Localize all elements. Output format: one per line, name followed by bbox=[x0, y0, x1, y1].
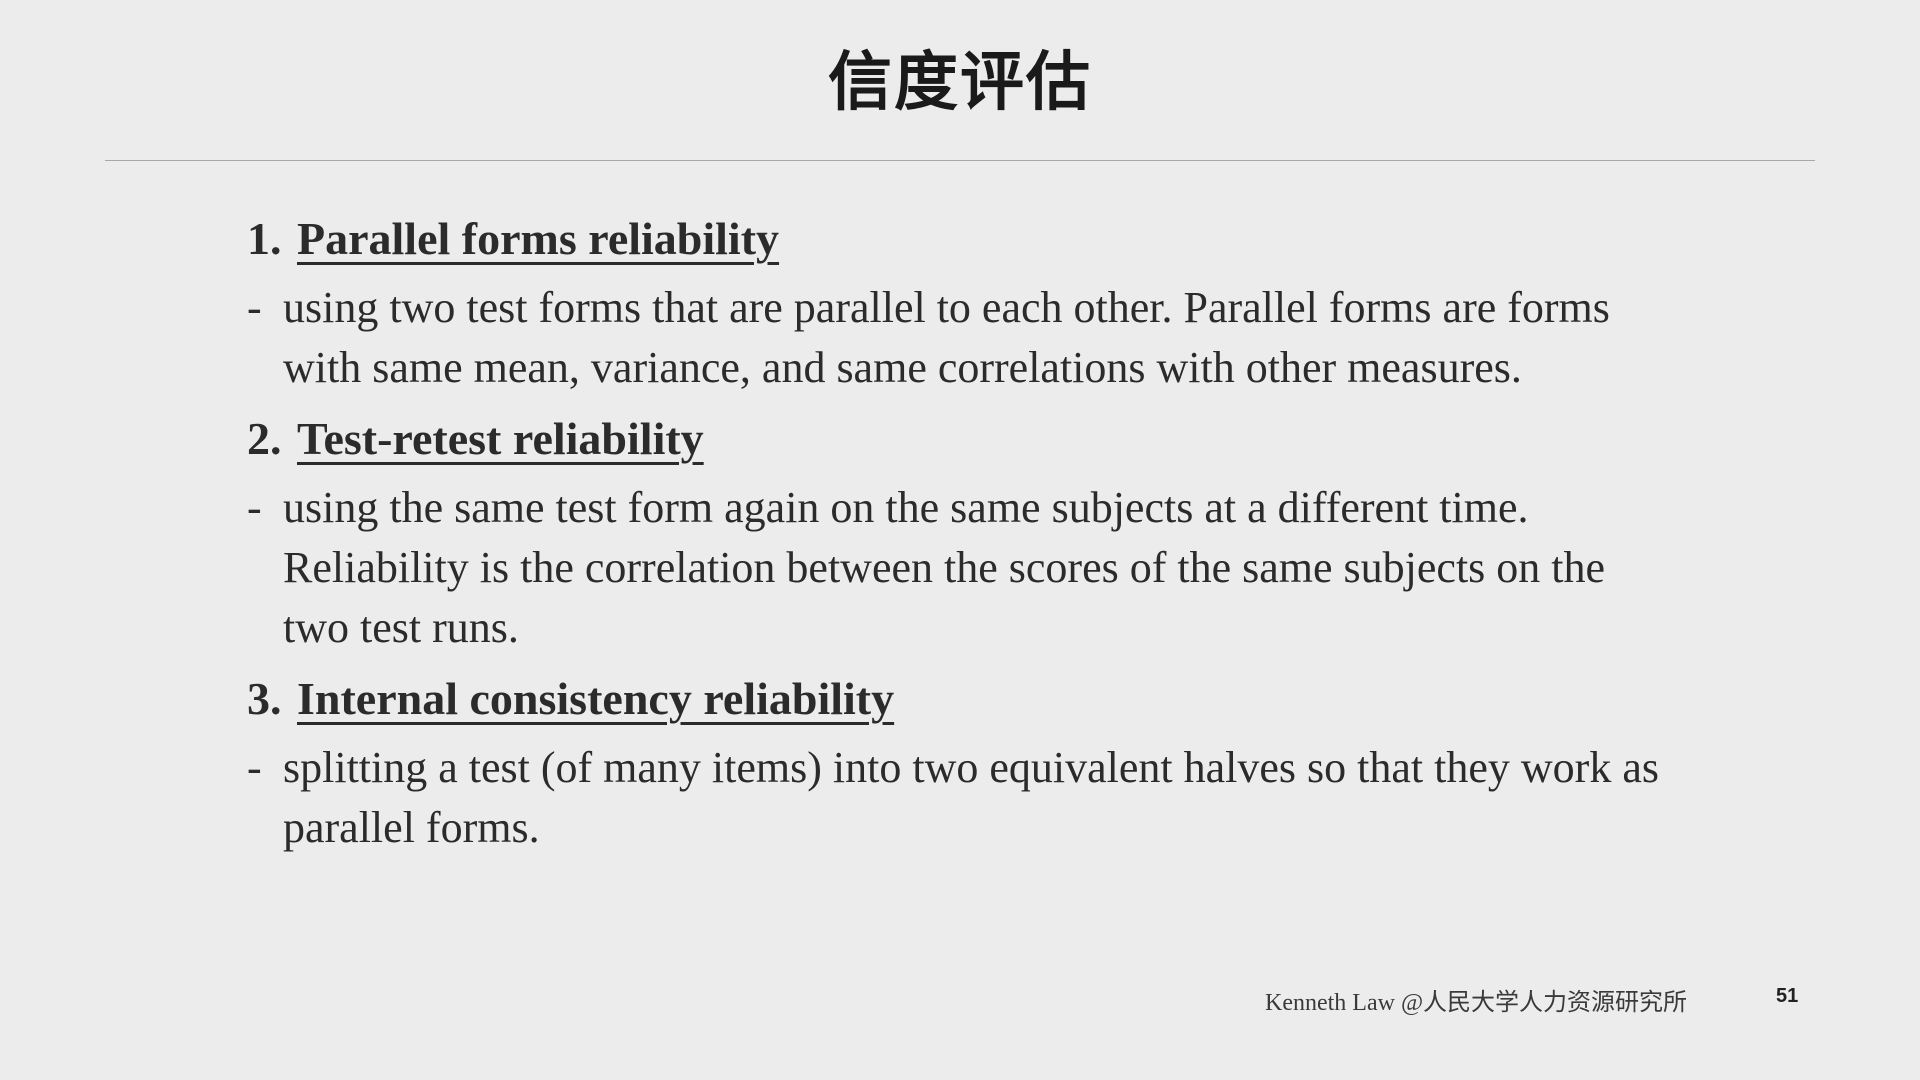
bullet-dash: - bbox=[247, 743, 262, 792]
page-number: 51 bbox=[1776, 985, 1799, 1007]
item-number: 1. bbox=[247, 213, 282, 264]
item-heading-internal-consistency: 3. Internal consistency reliability bbox=[247, 670, 1647, 728]
item-heading-parallel-forms: 1. Parallel forms reliability bbox=[247, 210, 1647, 268]
item-description-test-retest: - using the same test form again on the s… bbox=[247, 478, 1663, 658]
item-heading-text: Test-retest reliability bbox=[297, 413, 704, 464]
slide-title: 信度评估 bbox=[828, 46, 1092, 120]
item-description-text: splitting a test (of many items) into tw… bbox=[283, 743, 1659, 852]
item-number: 3. bbox=[247, 673, 282, 724]
bullet-dash: - bbox=[247, 283, 262, 332]
footer-credit: Kenneth Law @人民大学人力资源研究所 bbox=[1265, 990, 1688, 1016]
item-number: 2. bbox=[247, 413, 282, 464]
item-description-internal-consistency: - splitting a test (of many items) into t… bbox=[247, 738, 1663, 858]
slide-content: 1. Parallel forms reliability - using two … bbox=[247, 210, 1659, 870]
item-heading-text: Internal consistency reliability bbox=[297, 673, 895, 724]
item-heading-test-retest: 2. Test-retest reliability bbox=[247, 410, 1647, 468]
item-description-text: using the same test form again on the sa… bbox=[283, 483, 1606, 652]
item-description-text: using two test forms that are parallel t… bbox=[283, 283, 1610, 392]
title-divider bbox=[105, 160, 1815, 161]
item-description-parallel-forms: - using two test forms that are parallel … bbox=[247, 278, 1663, 398]
bullet-dash: - bbox=[247, 483, 262, 532]
item-heading-text: Parallel forms reliability bbox=[297, 213, 780, 264]
